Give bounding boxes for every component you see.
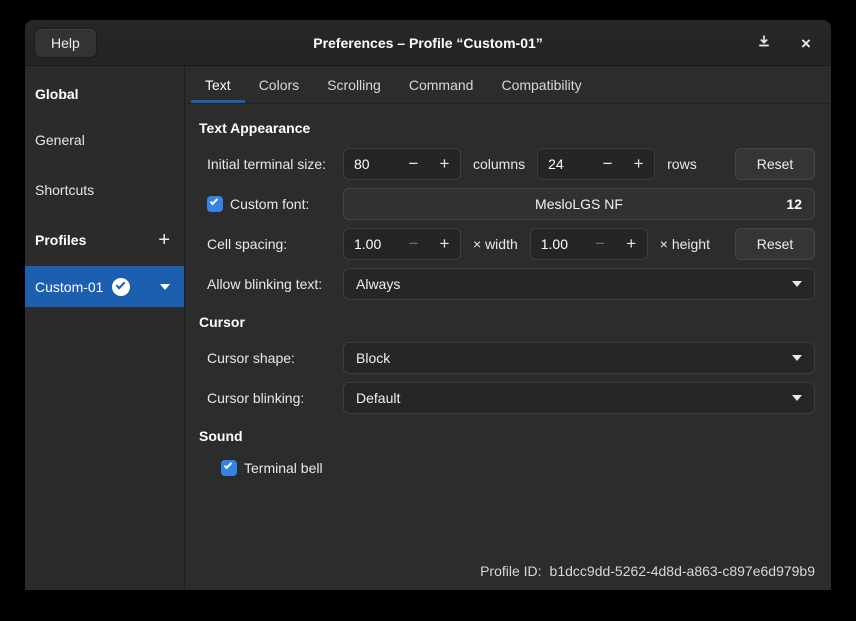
checkmark-icon (210, 197, 218, 205)
rows-spinner: 24 − + (537, 148, 655, 180)
profile-id-value: b1dcc9dd-5262-4d8d-a863-c897e6d979b9 (550, 563, 815, 579)
rows-unit-label: rows (667, 156, 697, 172)
cell-spacing-label: Cell spacing: (207, 236, 343, 252)
cursor-shape-value: Block (356, 350, 792, 366)
add-profile-button[interactable]: + (158, 231, 170, 249)
cursor-shape-label: Cursor shape: (207, 350, 343, 366)
content-area: Text Colors Scrolling Command Compatibil… (185, 66, 831, 590)
preferences-window: Help Preferences – Profile “Custom-01” × (25, 20, 831, 590)
window-body: Global General Shortcuts Profiles + Cust… (25, 66, 831, 590)
selected-profile-label: Custom-01 (35, 279, 103, 295)
cell-spacing-row: Cell spacing: 1.00 − + × width 1.00 − (207, 228, 815, 260)
blinking-text-value: Always (356, 276, 792, 292)
cursor-blinking-dropdown[interactable]: Default (343, 382, 815, 414)
tab-compatibility[interactable]: Compatibility (487, 66, 595, 103)
chevron-down-icon (792, 281, 802, 287)
tab-scrolling[interactable]: Scrolling (313, 66, 395, 103)
width-spacing-spinner: 1.00 − + (343, 228, 461, 260)
columns-unit-label: columns (473, 156, 525, 172)
blinking-text-dropdown[interactable]: Always (343, 268, 815, 300)
custom-font-row: Custom font: MesloLGS NF 12 (207, 188, 815, 220)
width-decrement-button[interactable]: − (398, 229, 429, 259)
chevron-down-icon (792, 395, 802, 401)
chevron-down-icon (792, 355, 802, 361)
cursor-shape-row: Cursor shape: Block (207, 342, 815, 374)
help-button[interactable]: Help (34, 28, 97, 58)
height-decrement-button[interactable]: − (585, 229, 616, 259)
rows-decrement-button[interactable]: − (592, 149, 623, 179)
custom-font-checkbox[interactable] (207, 196, 223, 212)
terminal-bell-label: Terminal bell (244, 460, 323, 476)
close-icon: × (801, 35, 811, 52)
tab-text[interactable]: Text (191, 66, 245, 103)
height-unit-label: × height (660, 236, 710, 252)
minimize-button[interactable] (751, 30, 777, 56)
width-unit-label: × width (473, 236, 518, 252)
width-spacing-input[interactable]: 1.00 (344, 236, 398, 252)
cursor-blinking-value: Default (356, 390, 792, 406)
rows-value-input[interactable]: 24 (538, 156, 592, 172)
columns-spinner: 80 − + (343, 148, 461, 180)
terminal-bell-row[interactable]: Terminal bell (221, 456, 815, 480)
initial-terminal-size-label: Initial terminal size: (207, 156, 343, 172)
spacing-reset-button[interactable]: Reset (735, 228, 815, 260)
checkmark-circle-icon (112, 278, 130, 296)
profile-id-label: Profile ID: (480, 563, 541, 579)
custom-font-label: Custom font: (230, 196, 309, 212)
font-name: MesloLGS NF (535, 196, 623, 212)
window-controls: × (751, 20, 819, 66)
terminal-bell-checkbox[interactable] (221, 460, 237, 476)
font-size: 12 (786, 196, 802, 212)
cursor-blinking-row: Cursor blinking: Default (207, 382, 815, 414)
section-header-text-appearance: Text Appearance (199, 120, 815, 138)
height-increment-button[interactable]: + (616, 229, 647, 259)
close-button[interactable]: × (793, 30, 819, 56)
sidebar-item-general[interactable]: General (25, 130, 184, 150)
cursor-shape-dropdown[interactable]: Block (343, 342, 815, 374)
blinking-text-row: Allow blinking text: Always (207, 268, 815, 300)
rows-increment-button[interactable]: + (623, 149, 654, 179)
minimize-icon (756, 33, 772, 54)
tab-command[interactable]: Command (395, 66, 488, 103)
tab-colors[interactable]: Colors (245, 66, 313, 103)
window-title: Preferences – Profile “Custom-01” (25, 35, 831, 51)
section-header-sound: Sound (199, 428, 815, 446)
checkmark-icon (224, 461, 232, 469)
sidebar-header-global: Global (25, 84, 184, 104)
profiles-header-label: Profiles (35, 230, 86, 250)
width-increment-button[interactable]: + (429, 229, 460, 259)
profile-id-footer: Profile ID: b1dcc9dd-5262-4d8d-a863-c897… (480, 563, 815, 579)
sidebar-header-profiles: Profiles + (25, 230, 184, 250)
columns-increment-button[interactable]: + (429, 149, 460, 179)
columns-decrement-button[interactable]: − (398, 149, 429, 179)
sidebar: Global General Shortcuts Profiles + Cust… (25, 66, 185, 590)
custom-font-checkbox-group[interactable]: Custom font: (207, 196, 343, 212)
font-picker-button[interactable]: MesloLGS NF 12 (343, 188, 815, 220)
screen-background: Help Preferences – Profile “Custom-01” × (0, 0, 856, 621)
sidebar-item-custom-01[interactable]: Custom-01 (25, 266, 184, 307)
height-spacing-spinner: 1.00 − + (530, 228, 648, 260)
cursor-blinking-label: Cursor blinking: (207, 390, 343, 406)
tab-strip: Text Colors Scrolling Command Compatibil… (185, 66, 831, 104)
chevron-down-icon[interactable] (160, 284, 170, 290)
columns-value-input[interactable]: 80 (344, 156, 398, 172)
headerbar: Help Preferences – Profile “Custom-01” × (25, 20, 831, 66)
text-tab-panel: Text Appearance Initial terminal size: 8… (185, 104, 831, 590)
blinking-text-label: Allow blinking text: (207, 276, 343, 292)
size-reset-button[interactable]: Reset (735, 148, 815, 180)
sidebar-item-shortcuts[interactable]: Shortcuts (25, 180, 184, 200)
initial-terminal-size-row: Initial terminal size: 80 − + columns 24… (207, 148, 815, 180)
section-header-cursor: Cursor (199, 314, 815, 332)
height-spacing-input[interactable]: 1.00 (531, 236, 585, 252)
